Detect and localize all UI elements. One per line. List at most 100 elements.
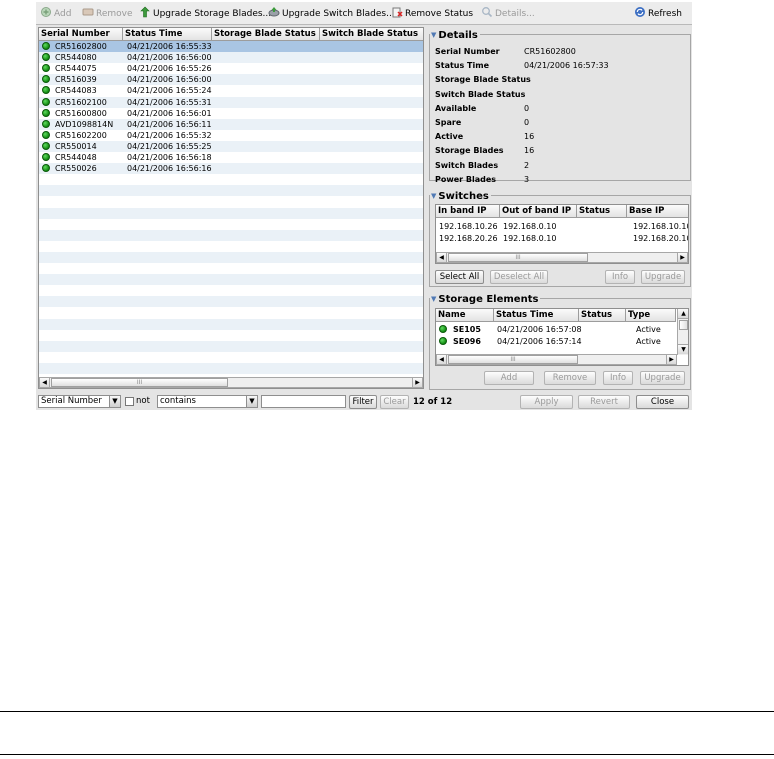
switches-panel-title[interactable]: ▼ Switches (430, 189, 491, 203)
apply-button[interactable]: Apply (520, 395, 573, 409)
chevron-down-icon[interactable]: ▼ (246, 396, 257, 407)
col-header-base-ip[interactable]: Base IP (627, 205, 688, 218)
table-row[interactable]: CR51602100 04/21/2006 16:55:31 (39, 96, 423, 108)
status-ok-icon (42, 130, 50, 139)
collapse-triangle-icon[interactable]: ▼ (431, 189, 436, 203)
col-header-status[interactable]: Status (577, 205, 627, 218)
chevron-down-icon[interactable]: ▼ (109, 396, 120, 407)
table-row[interactable]: CR516039 04/21/2006 16:56:00 (39, 74, 423, 86)
table-row[interactable]: CR51602200 04/21/2006 16:55:32 (39, 130, 423, 141)
status-time-cell: 04/21/2006 16:56:00 (127, 53, 212, 63)
scroll-left-arrow-icon[interactable]: ◀ (40, 378, 50, 387)
table-row[interactable]: SE105 04/21/2006 16:57:08 Active (436, 324, 676, 335)
status-ok-icon (42, 141, 50, 150)
name-cell: SE105 (453, 325, 481, 334)
out-of-band-ip-cell: 192.168.0.10 (503, 222, 557, 231)
table-row[interactable]: CR544080 04/21/2006 16:56:00 (39, 52, 423, 64)
storage-vertical-scrollbar[interactable]: ▲ ▼ (677, 309, 688, 355)
col-header-name[interactable]: Name (436, 309, 494, 322)
details-panel-title[interactable]: ▼ Details (430, 28, 480, 42)
storage-elements-panel: ▼ Storage Elements Name Status Time Statu… (429, 292, 691, 390)
remove-button[interactable]: Remove (82, 6, 133, 21)
table-row[interactable]: CR51602800 04/21/2006 16:55:33 (39, 41, 423, 52)
add-button[interactable]: Add (40, 6, 71, 21)
scroll-up-arrow-icon[interactable]: ▲ (678, 309, 688, 319)
col-header-status[interactable]: Status (579, 309, 626, 322)
table-row[interactable]: CR544083 04/21/2006 16:55:24 (39, 85, 423, 96)
out-of-band-ip-cell: 192.168.0.10 (503, 234, 557, 243)
scroll-thumb[interactable] (679, 320, 688, 330)
scroll-left-arrow-icon[interactable]: ◀ (437, 355, 447, 364)
row-count: 12 of 12 (413, 397, 453, 407)
table-row[interactable]: 192.168.10.26 192.168.0.10 192.168.10.10 (436, 221, 688, 232)
storage-elements-panel-title[interactable]: ▼ Storage Elements (430, 292, 541, 306)
refresh-button[interactable]: Refresh (634, 6, 682, 21)
scroll-thumb[interactable]: III (448, 253, 588, 262)
switches-horizontal-scrollbar[interactable]: ◀ III ▶ (436, 252, 688, 263)
storage-elements-table: Name Status Time Status Type SE105 04/21/… (435, 308, 689, 366)
col-header-serial-number[interactable]: Serial Number (39, 28, 123, 41)
scroll-down-arrow-icon[interactable]: ▼ (678, 344, 688, 354)
col-header-out-of-band-ip[interactable]: Out of band IP (500, 205, 577, 218)
storage-remove-button[interactable]: Remove (544, 371, 596, 385)
empty-row (39, 229, 423, 241)
collapse-triangle-icon[interactable]: ▼ (431, 292, 436, 306)
col-header-storage-blade-status[interactable]: Storage Blade Status (212, 28, 320, 41)
status-ok-icon (42, 64, 50, 73)
col-header-type[interactable]: Type (626, 309, 676, 322)
remove-icon (82, 6, 94, 18)
table-row[interactable]: CR544048 04/21/2006 16:56:18 (39, 152, 423, 163)
clear-button[interactable]: Clear (380, 395, 409, 409)
empty-row (39, 196, 423, 207)
col-header-switch-blade-status[interactable]: Switch Blade Status (320, 28, 423, 41)
table-row[interactable]: CR544075 04/21/2006 16:55:26 (39, 63, 423, 74)
detail-value: 2 (524, 160, 530, 170)
empty-row (39, 207, 423, 219)
table-row[interactable]: 192.168.20.26 192.168.0.10 192.168.20.10 (436, 233, 689, 244)
table-row[interactable]: CR550014 04/21/2006 16:55:25 (39, 140, 423, 152)
scroll-left-arrow-icon[interactable]: ◀ (437, 253, 447, 262)
remove-status-button[interactable]: Remove Status (391, 6, 473, 21)
horizontal-scrollbar[interactable]: ◀ III ▶ (39, 377, 423, 388)
toolbar: Add Remove Upgrade Storage Blades... Upg… (36, 2, 692, 25)
table-row[interactable]: SE096 04/21/2006 16:57:14 Active (436, 336, 676, 347)
details-button[interactable]: Details... (481, 6, 535, 21)
filter-operator-select[interactable]: contains ▼ (157, 395, 258, 408)
deselect-all-button[interactable]: Deselect All (490, 270, 548, 284)
not-checkbox[interactable] (125, 397, 134, 406)
col-header-in-band-ip[interactable]: In band IP (436, 205, 500, 218)
detail-label: Storage Blades (435, 146, 504, 156)
scroll-right-arrow-icon[interactable]: ▶ (666, 355, 676, 364)
filter-field-select[interactable]: Serial Number ▼ (38, 395, 121, 408)
scroll-right-arrow-icon[interactable]: ▶ (677, 253, 687, 262)
upgrade-storage-blades-button[interactable]: Upgrade Storage Blades... (139, 6, 271, 21)
storage-upgrade-button[interactable]: Upgrade (640, 371, 685, 385)
filter-button[interactable]: Filter (349, 395, 377, 409)
scroll-thumb[interactable]: III (51, 378, 228, 387)
storage-info-button[interactable]: Info (603, 371, 633, 385)
col-header-status-time[interactable]: Status Time (123, 28, 212, 41)
base-ip-cell: 192.168.20.10 (633, 234, 689, 243)
switch-info-button[interactable]: Info (605, 270, 635, 284)
close-button[interactable]: Close (636, 395, 689, 409)
select-all-button[interactable]: Select All (435, 270, 484, 284)
status-time-cell: 04/21/2006 16:56:18 (127, 153, 212, 162)
divider-line (0, 754, 774, 755)
collapse-triangle-icon[interactable]: ▼ (431, 28, 436, 42)
switch-upgrade-button[interactable]: Upgrade (641, 270, 685, 284)
upgrade-switch-blades-button[interactable]: Upgrade Switch Blades... (268, 6, 395, 21)
col-header-status-time[interactable]: Status Time (494, 309, 579, 322)
scroll-right-arrow-icon[interactable]: ▶ (412, 378, 422, 387)
scroll-thumb[interactable]: III (448, 355, 578, 364)
refresh-icon (634, 6, 646, 18)
revert-button[interactable]: Revert (578, 395, 630, 409)
table-row[interactable]: AVD1098814N 04/21/2006 16:56:11 (39, 118, 423, 130)
table-row[interactable]: CR51600800 04/21/2006 16:56:01 (39, 108, 423, 119)
status-ok-icon (42, 97, 50, 106)
table-row[interactable]: CR550026 04/21/2006 16:56:16 (39, 163, 423, 175)
storage-add-button[interactable]: Add (484, 371, 534, 385)
filter-value-input[interactable] (261, 395, 346, 408)
serial-number-cell: CR550026 (55, 164, 97, 174)
storage-horizontal-scrollbar[interactable]: ◀ III ▶ (436, 354, 677, 365)
switches-table: In band IP Out of band IP Status Base IP… (435, 204, 689, 264)
